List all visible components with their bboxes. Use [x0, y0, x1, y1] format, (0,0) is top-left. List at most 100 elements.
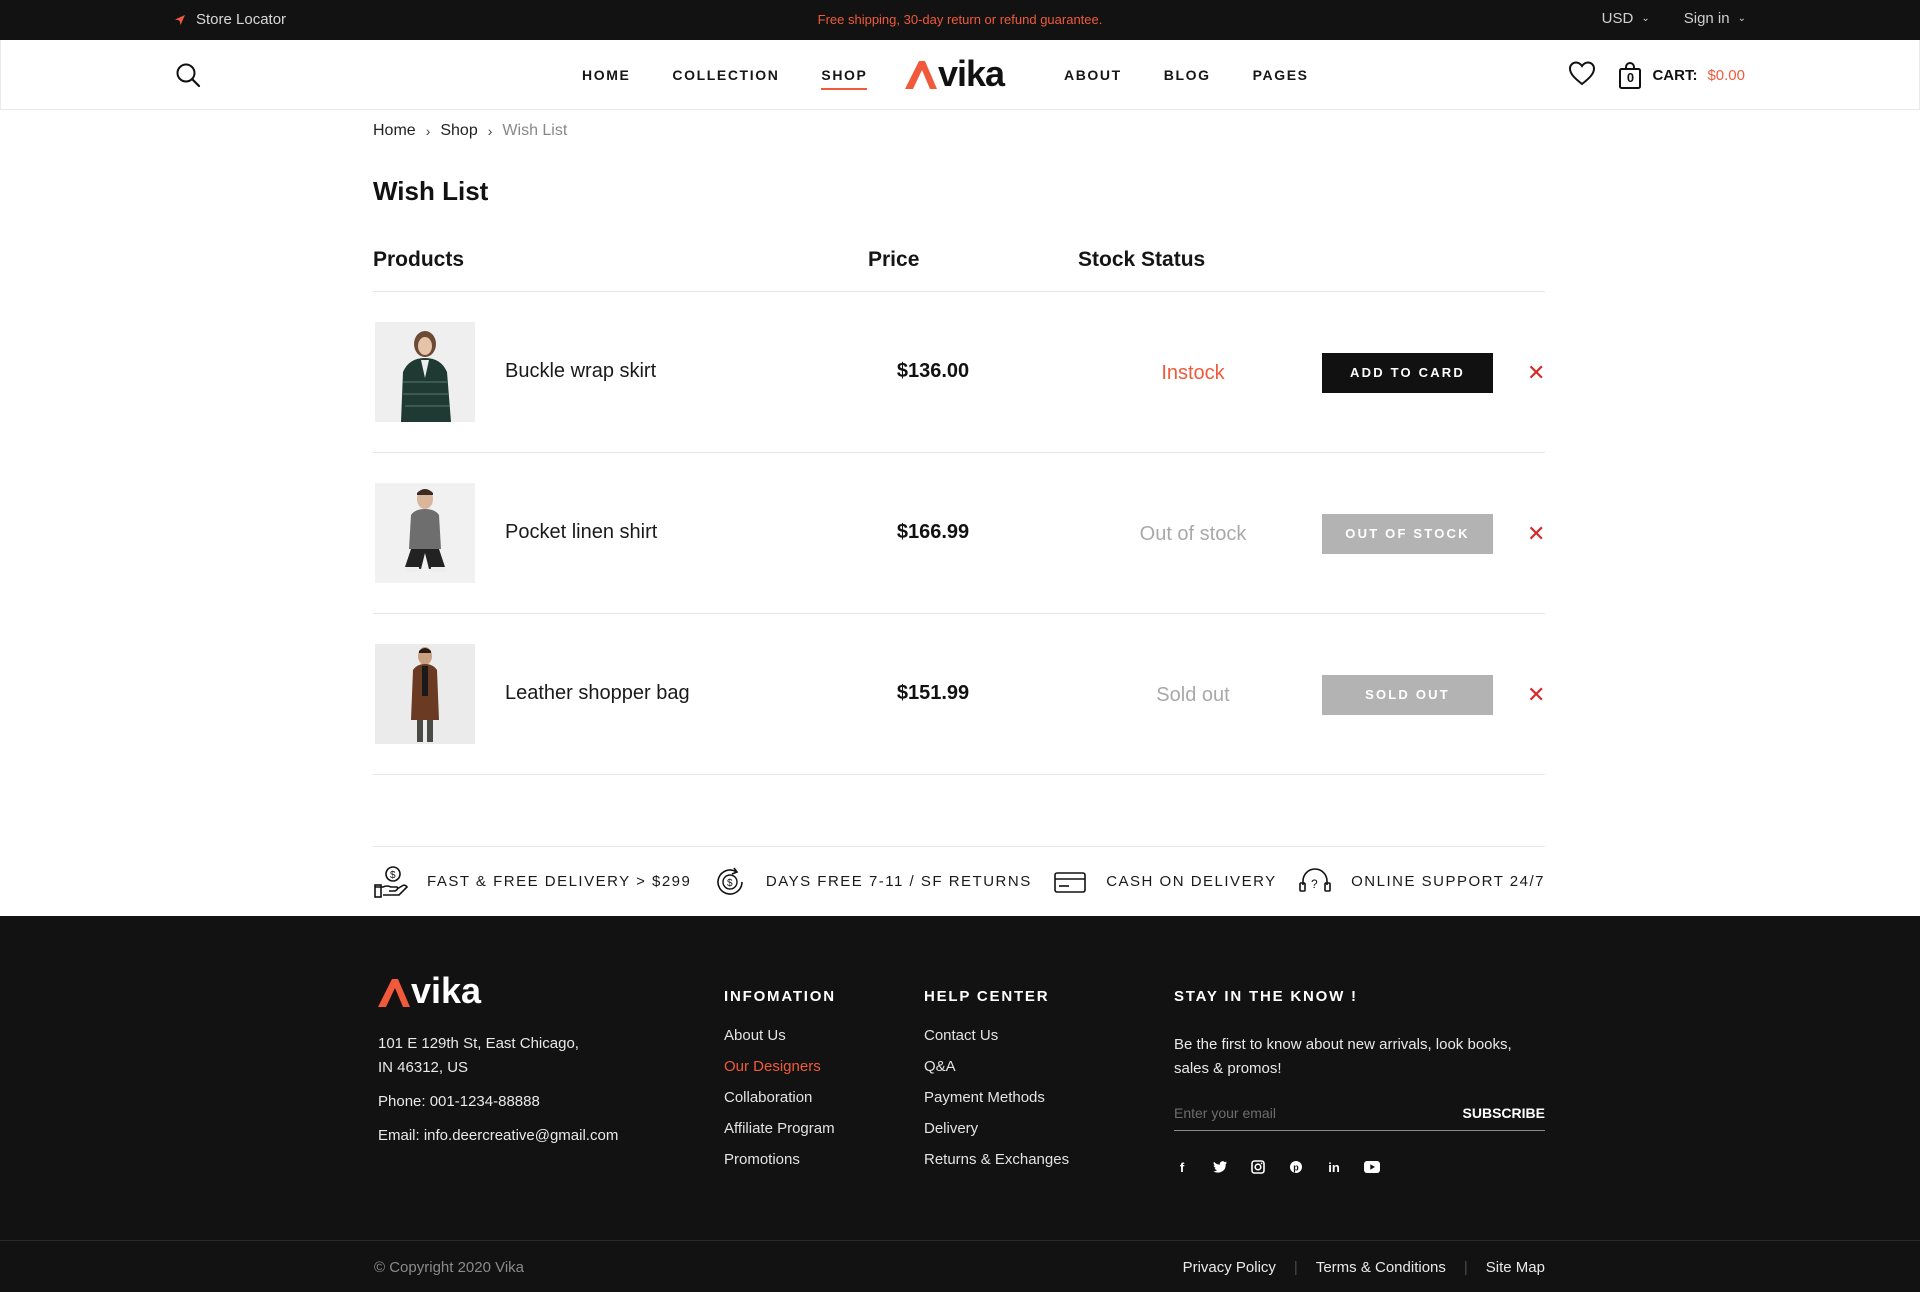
product-name[interactable]: Pocket linen shirt	[505, 521, 657, 544]
footer-link-delivery[interactable]: Delivery	[924, 1120, 1069, 1137]
nav-collection[interactable]: COLLECTION	[672, 67, 779, 83]
sitemap-link[interactable]: Site Map	[1468, 1259, 1545, 1276]
product-image[interactable]	[375, 644, 475, 744]
product-image[interactable]	[375, 322, 475, 422]
header-price: Price	[868, 248, 920, 271]
subscribe-button[interactable]: SUBSCRIBE	[1463, 1105, 1545, 1121]
footer-bottom-bar: © Copyright 2020 Vika Privacy Policy | T…	[0, 1240, 1920, 1292]
signin-dropdown[interactable]: Sign in ⌄	[1684, 10, 1746, 27]
footer-link-about[interactable]: About Us	[724, 1027, 836, 1044]
breadcrumb-shop[interactable]: Shop	[440, 122, 477, 140]
newsletter-email-input[interactable]	[1174, 1104, 1434, 1121]
stock-status: Sold out	[1156, 684, 1230, 706]
heart-icon	[1569, 61, 1596, 86]
footer-link-returns[interactable]: Returns & Exchanges	[924, 1151, 1069, 1168]
currency-selector[interactable]: USD ⌄	[1602, 10, 1650, 27]
newsletter-section: STAY IN THE KNOW ! Be the first to know …	[1174, 988, 1545, 1175]
nav-pages[interactable]: PAGES	[1253, 67, 1309, 83]
footer-link-promotions[interactable]: Promotions	[724, 1151, 836, 1168]
newsletter-text: Be the first to know about new arrivals,…	[1174, 1036, 1512, 1077]
svg-text:$: $	[390, 870, 397, 881]
newsletter-title: STAY IN THE KNOW !	[1174, 988, 1358, 1005]
page-title: Wish List	[373, 176, 489, 206]
youtube-icon[interactable]	[1364, 1159, 1380, 1175]
footer-contact: 101 E 129th St, East Chicago, IN 46312, U…	[378, 1032, 618, 1158]
table-header: Products Price Stock Status	[373, 240, 1545, 292]
sold-out-button[interactable]: SOLD OUT	[1322, 675, 1493, 715]
add-to-cart-button[interactable]: ADD TO CARD	[1322, 353, 1493, 393]
returns-cycle-icon: $	[717, 867, 743, 895]
feature-label: ONLINE SUPPORT 24/7	[1351, 873, 1545, 890]
remove-item-icon[interactable]: ✕	[1527, 680, 1545, 710]
footer-logo-wordmark: vika	[411, 970, 482, 1011]
signin-label: Sign in	[1683, 10, 1730, 27]
out-of-stock-button[interactable]: OUT OF STOCK	[1322, 514, 1493, 554]
cart-amount: $0.00	[1707, 67, 1745, 84]
info-title: INFOMATION	[724, 988, 836, 1005]
product-name[interactable]: Buckle wrap skirt	[505, 360, 656, 383]
wishlist-table: Products Price Stock Status Buckle wrap …	[373, 240, 1545, 775]
nav-blog[interactable]: BLOG	[1164, 67, 1211, 83]
remove-item-icon[interactable]: ✕	[1527, 519, 1545, 549]
product-name[interactable]: Leather shopper bag	[505, 682, 690, 705]
nav-about[interactable]: ABOUT	[1064, 67, 1122, 83]
top-bar: Store Locator Free shipping, 30-day retu…	[0, 0, 1920, 40]
chevron-down-icon: ⌄	[1737, 13, 1746, 24]
wishlist-button[interactable]	[1568, 60, 1596, 91]
terms-link[interactable]: Terms & Conditions	[1298, 1259, 1464, 1276]
newsletter-form: SUBSCRIBE	[1174, 1095, 1545, 1131]
stock-status: Out of stock	[1139, 523, 1247, 545]
footer-link-collaboration[interactable]: Collaboration	[724, 1089, 836, 1106]
breadcrumb-home[interactable]: Home	[373, 122, 416, 140]
footer-link-designers[interactable]: Our Designers	[724, 1058, 836, 1075]
footer-email[interactable]: Email: info.deercreative@gmail.com	[378, 1124, 618, 1148]
feature-label: FAST & FREE DELIVERY > $299	[427, 873, 692, 890]
feature-item: ? ONLINE SUPPORT 24/7	[1297, 865, 1545, 899]
nav-home[interactable]: HOME	[582, 67, 630, 83]
cart-count: 0	[1626, 69, 1635, 85]
breadcrumb: Home › Shop › Wish List	[373, 122, 567, 140]
footer-link-contact[interactable]: Contact Us	[924, 1027, 1069, 1044]
feature-item: $ DAYS FREE 7-11 / SF RETURNS	[712, 865, 1032, 899]
address-line2: IN 46312, US	[378, 1059, 469, 1076]
legal-links: Privacy Policy | Terms & Conditions | Si…	[1165, 1259, 1545, 1276]
chevron-right-icon: ›	[487, 123, 493, 139]
pinterest-icon[interactable]: p	[1288, 1159, 1304, 1175]
product-image[interactable]	[375, 483, 475, 583]
logo-wordmark: vika	[938, 53, 1005, 94]
facebook-icon[interactable]: f	[1174, 1159, 1190, 1175]
footer-link-affiliate[interactable]: Affiliate Program	[724, 1120, 836, 1137]
table-row: Pocket linen shirt $166.99 Out of stock …	[373, 453, 1545, 614]
linkedin-icon[interactable]: in	[1326, 1159, 1342, 1175]
search-button[interactable]	[175, 62, 201, 88]
search-icon	[176, 63, 201, 88]
features-strip: $ FAST & FREE DELIVERY > $299 $ DAYS FRE…	[373, 846, 1545, 916]
twitter-icon[interactable]	[1212, 1159, 1228, 1175]
privacy-policy-link[interactable]: Privacy Policy	[1165, 1259, 1294, 1276]
social-links: f p in	[1174, 1159, 1545, 1175]
nav-shop[interactable]: SHOP	[821, 67, 868, 90]
product-price: $151.99	[896, 682, 970, 704]
copyright: © Copyright 2020 Vika	[374, 1259, 525, 1276]
footer-link-qa[interactable]: Q&A	[924, 1058, 1069, 1075]
footer-info-column: INFOMATION About Us Our Designers Collab…	[724, 988, 836, 1182]
header-stock-status: Stock Status	[1078, 248, 1206, 271]
remove-item-icon[interactable]: ✕	[1527, 358, 1545, 388]
stock-status: Instock	[1161, 362, 1225, 384]
address-line1: 101 E 129th St, East Chicago,	[378, 1035, 579, 1052]
feature-item: CASH ON DELIVERY	[1052, 865, 1276, 899]
svg-text:p: p	[1293, 1163, 1299, 1173]
footer-phone: Phone: 001-1234-88888	[378, 1093, 540, 1110]
site-logo[interactable]: vika	[905, 53, 1005, 94]
header-products: Products	[373, 248, 465, 271]
instagram-icon[interactable]	[1250, 1159, 1266, 1175]
footer-logo[interactable]: vika	[378, 970, 481, 1012]
product-price: $136.00	[896, 360, 970, 382]
feature-label: CASH ON DELIVERY	[1106, 873, 1277, 890]
primary-nav-right: ABOUT BLOG PAGES	[1064, 40, 1309, 110]
primary-nav-left: HOME COLLECTION SHOP	[582, 40, 868, 110]
feature-item: $ FAST & FREE DELIVERY > $299	[373, 865, 691, 899]
footer-link-payment[interactable]: Payment Methods	[924, 1089, 1069, 1106]
cart-button[interactable]: 0 CART: $0.00	[1618, 61, 1745, 90]
footer-help-column: HELP CENTER Contact Us Q&A Payment Metho…	[924, 988, 1069, 1182]
